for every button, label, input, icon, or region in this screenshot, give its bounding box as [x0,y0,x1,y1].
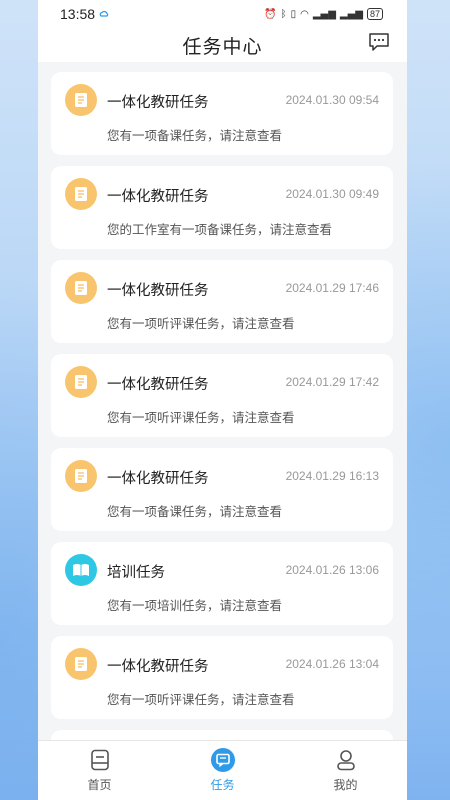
tab-home-label: 首页 [87,778,112,792]
task-title: 一体化教研任务 [107,189,209,205]
task-title: 一体化教研任务 [107,659,209,675]
cloud-sync-icon [99,10,109,17]
document-icon [65,272,97,304]
status-time: 13:58 [60,6,96,22]
task-card[interactable]: 一体化教研任务 2024.01.30 09:54 您有一项备课任务，请注意查看 [51,72,393,155]
bluetooth-icon: ᛒ [280,8,287,20]
bottom-tab-bar: 首页 任务 我的 [38,740,407,800]
task-description: 您有一项培训任务，请注意查看 [107,598,283,613]
message-icon[interactable] [368,32,390,52]
task-card[interactable]: 一体化教研任务 2024.01.29 16:13 您有一项备课任务，请注意查看 [51,448,393,531]
tab-tasks[interactable]: 任务 [183,748,263,793]
task-description: 您有一项听评课任务，请注意查看 [107,692,295,707]
task-time: 2024.01.29 16:13 [285,469,379,483]
alarm-icon: ⏰ [264,8,277,20]
task-card[interactable]: 一体化教研任务 2024.01.30 09:49 您的工作室有一项备课任务，请注… [51,166,393,249]
task-time: 2024.01.26 13:04 [285,657,379,671]
user-icon [334,748,358,772]
tab-mine-label: 我的 [333,778,358,792]
battery-icon: 87 [366,8,383,20]
page-title: 任务中心 [182,35,263,58]
task-time: 2024.01.30 09:49 [285,187,379,201]
tab-home[interactable]: 首页 [60,748,140,793]
document-icon [65,366,97,398]
task-title: 培训任务 [107,565,165,581]
task-description: 您有一项备课任务，请注意查看 [107,128,283,143]
task-description: 您有一项听评课任务，请注意查看 [107,410,295,425]
signal-2-icon: ▂▄▆ [339,8,363,20]
app-screen: 13:58 ⏰ ᛒ ▯ ◠ ▂▄▆ ▂▄▆ 87 任务中心 一体化教研任务 20… [38,0,407,800]
task-title: 一体化教研任务 [107,95,209,111]
task-card[interactable]: 一体化教研任务 2024.01.29 17:42 您有一项听评课任务，请注意查看 [51,354,393,437]
task-description: 您有一项听评课任务，请注意查看 [107,316,295,331]
document-icon [65,460,97,492]
task-time: 2024.01.30 09:54 [285,93,379,107]
task-description: 您有一项备课任务，请注意查看 [107,504,283,519]
task-card[interactable]: 培训任务 2024.01.26 13:06 您有一项培训任务，请注意查看 [51,542,393,625]
task-description: 您的工作室有一项备课任务，请注意查看 [107,222,333,237]
home-icon [88,748,112,772]
task-card[interactable]: 一体化教研任务 2024.01.26 13:04 您有一项听评课任务，请注意查看 [51,636,393,719]
status-bar: 13:58 ⏰ ᛒ ▯ ◠ ▂▄▆ ▂▄▆ 87 [38,0,407,28]
status-time-group: 13:58 [60,6,109,22]
book-icon [65,554,97,586]
signal-icon: ▂▄▆ [312,8,336,20]
task-title: 一体化教研任务 [107,377,209,393]
task-time: 2024.01.29 17:46 [285,281,379,295]
tasks-icon [210,748,235,772]
document-icon [65,178,97,210]
tab-tasks-label: 任务 [210,778,235,792]
wifi-icon: ◠ [300,8,309,20]
status-icons: ⏰ ᛒ ▯ ◠ ▂▄▆ ▂▄▆ 87 [264,8,383,20]
document-icon [65,648,97,680]
vibrate-icon: ▯ [290,8,297,20]
task-card[interactable]: 一体化教研任务 2024.01.29 17:46 您有一项听评课任务，请注意查看 [51,260,393,343]
task-title: 一体化教研任务 [107,471,209,487]
page-header: 任务中心 [38,28,407,62]
task-title: 一体化教研任务 [107,283,209,299]
document-icon [65,84,97,116]
task-time: 2024.01.26 13:06 [285,563,379,577]
tab-mine[interactable]: 我的 [306,748,386,793]
task-list: 一体化教研任务 2024.01.30 09:54 您有一项备课任务，请注意查看 … [38,62,407,800]
task-time: 2024.01.29 17:42 [285,375,379,389]
